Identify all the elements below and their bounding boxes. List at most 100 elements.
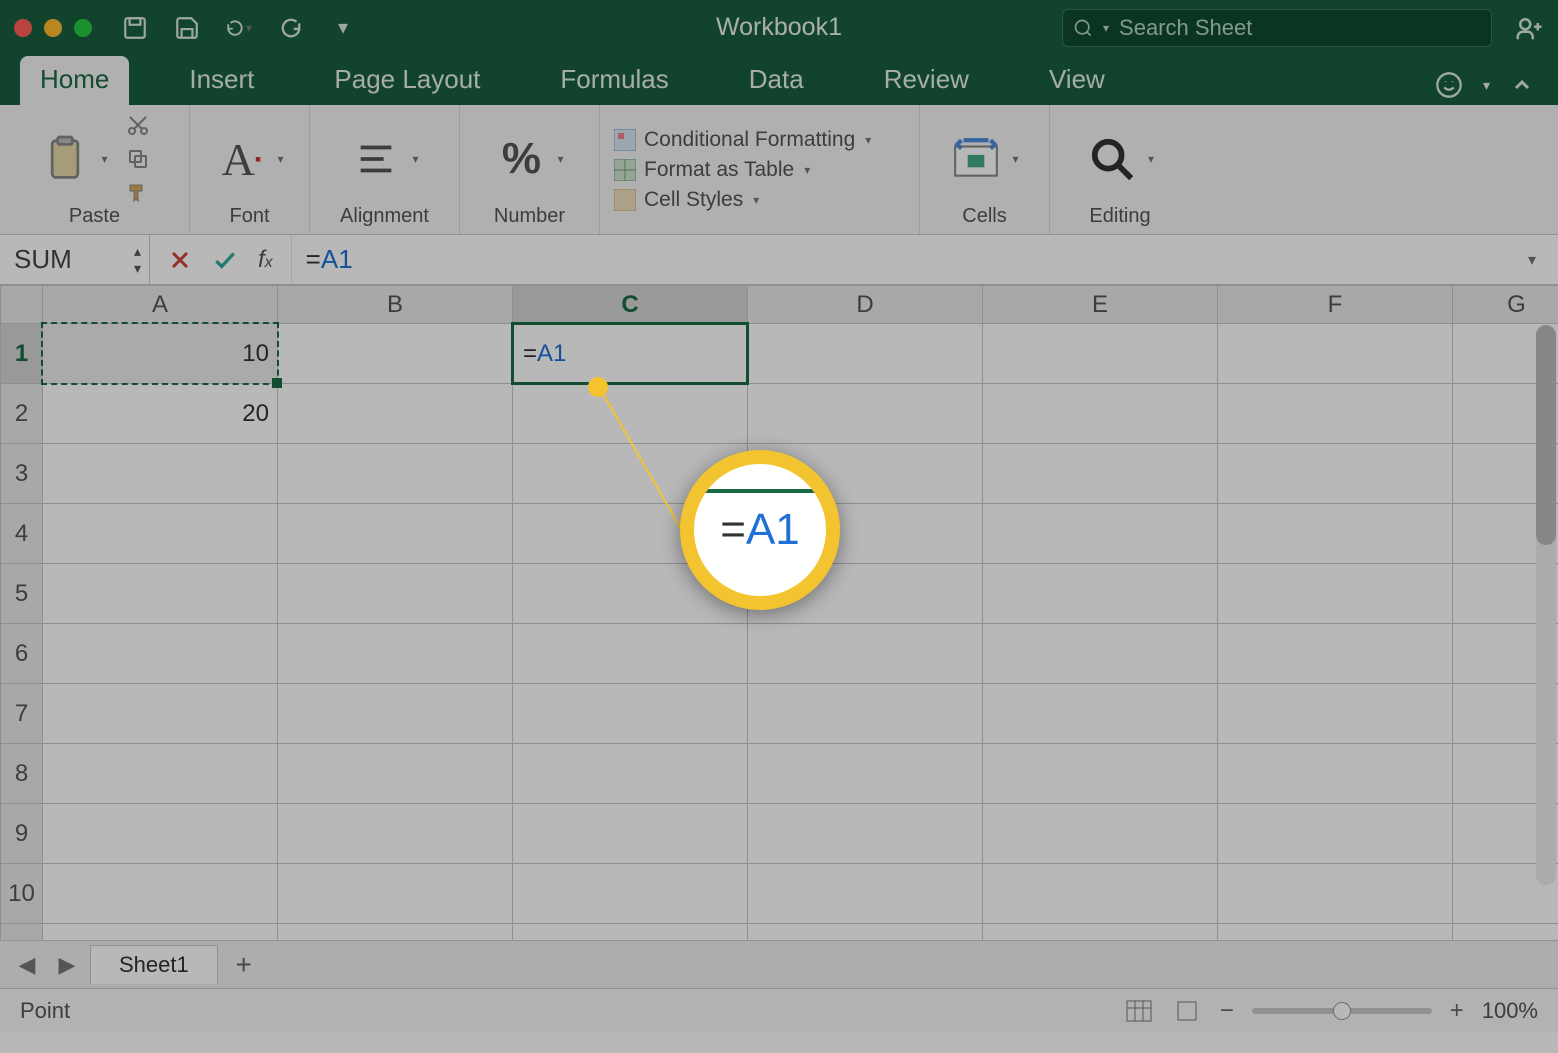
cell-F6[interactable] bbox=[1218, 624, 1453, 684]
cell-B1[interactable] bbox=[278, 324, 513, 384]
cell-B6[interactable] bbox=[278, 624, 513, 684]
chevron-down-icon[interactable]: ▾ bbox=[1012, 152, 1018, 166]
col-header-A[interactable]: A bbox=[43, 286, 278, 324]
cut-icon[interactable] bbox=[126, 113, 150, 137]
prev-sheet-icon[interactable]: ◀ bbox=[10, 948, 44, 982]
tab-data[interactable]: Data bbox=[729, 56, 824, 105]
cell-C8[interactable] bbox=[513, 744, 748, 804]
cell-E1[interactable] bbox=[983, 324, 1218, 384]
cell-D11[interactable] bbox=[748, 924, 983, 941]
cell-A3[interactable] bbox=[43, 444, 278, 504]
col-header-D[interactable]: D bbox=[748, 286, 983, 324]
chevron-down-icon[interactable]: ▾ bbox=[246, 21, 252, 35]
col-header-G[interactable]: G bbox=[1453, 286, 1558, 324]
cell-B7[interactable] bbox=[278, 684, 513, 744]
row-header-7[interactable]: 7 bbox=[1, 684, 43, 744]
cell-B3[interactable] bbox=[278, 444, 513, 504]
close-window-button[interactable] bbox=[14, 19, 32, 37]
cell-B2[interactable] bbox=[278, 384, 513, 444]
chevron-down-icon[interactable]: ▾ bbox=[101, 152, 107, 166]
cell-B8[interactable] bbox=[278, 744, 513, 804]
cell-G11[interactable] bbox=[1453, 924, 1558, 941]
minimize-window-button[interactable] bbox=[44, 19, 62, 37]
autosave-icon[interactable] bbox=[122, 15, 148, 41]
font-icon[interactable]: A▪ bbox=[215, 133, 267, 185]
cell-A5[interactable] bbox=[43, 564, 278, 624]
zoom-level[interactable]: 100% bbox=[1482, 998, 1538, 1024]
cell-E3[interactable] bbox=[983, 444, 1218, 504]
cell-E8[interactable] bbox=[983, 744, 1218, 804]
zoom-slider[interactable] bbox=[1252, 1008, 1432, 1014]
tab-home[interactable]: Home bbox=[20, 56, 129, 105]
next-sheet-icon[interactable]: ▶ bbox=[50, 948, 84, 982]
col-header-C[interactable]: C bbox=[513, 286, 748, 324]
conditional-formatting-button[interactable]: Conditional Formatting ▾ bbox=[614, 128, 905, 152]
col-header-F[interactable]: F bbox=[1218, 286, 1453, 324]
cell-A7[interactable] bbox=[43, 684, 278, 744]
chevron-down-icon[interactable]: ▾ bbox=[1148, 152, 1154, 166]
vertical-scrollbar[interactable] bbox=[1536, 325, 1556, 885]
tab-insert[interactable]: Insert bbox=[169, 56, 274, 105]
cell-A10[interactable] bbox=[43, 864, 278, 924]
worksheet-grid[interactable]: A B C D E F G 1 10 =A1 bbox=[0, 285, 1558, 940]
row-header-1[interactable]: 1 bbox=[1, 324, 43, 384]
sheet-tab-sheet1[interactable]: Sheet1 bbox=[90, 945, 218, 984]
cell-F9[interactable] bbox=[1218, 804, 1453, 864]
cell-F8[interactable] bbox=[1218, 744, 1453, 804]
row-header-4[interactable]: 4 bbox=[1, 504, 43, 564]
row-header-3[interactable]: 3 bbox=[1, 444, 43, 504]
chevron-down-icon[interactable]: ▾ bbox=[1483, 77, 1490, 94]
share-icon[interactable] bbox=[1514, 13, 1544, 43]
maximize-window-button[interactable] bbox=[74, 19, 92, 37]
cell-F2[interactable] bbox=[1218, 384, 1453, 444]
cell-A2[interactable]: 20 bbox=[43, 384, 278, 444]
add-sheet-button[interactable]: + bbox=[224, 945, 264, 985]
cell-C2[interactable] bbox=[513, 384, 748, 444]
cell-D7[interactable] bbox=[748, 684, 983, 744]
scrollbar-thumb[interactable] bbox=[1536, 325, 1556, 545]
format-as-table-button[interactable]: Format as Table ▾ bbox=[614, 158, 905, 182]
zoom-slider-thumb[interactable] bbox=[1333, 1002, 1351, 1020]
save-icon[interactable] bbox=[174, 15, 200, 41]
tab-view[interactable]: View bbox=[1029, 56, 1125, 105]
cell-E7[interactable] bbox=[983, 684, 1218, 744]
cell-F1[interactable] bbox=[1218, 324, 1453, 384]
redo-icon[interactable] bbox=[278, 15, 304, 41]
cell-A6[interactable] bbox=[43, 624, 278, 684]
cell-F4[interactable] bbox=[1218, 504, 1453, 564]
col-header-E[interactable]: E bbox=[983, 286, 1218, 324]
cell-C10[interactable] bbox=[513, 864, 748, 924]
enter-formula-icon[interactable] bbox=[212, 247, 238, 273]
row-header-2[interactable]: 2 bbox=[1, 384, 43, 444]
cell-E4[interactable] bbox=[983, 504, 1218, 564]
chevron-down-icon[interactable]: ▾ bbox=[557, 152, 563, 166]
editing-icon[interactable] bbox=[1086, 133, 1138, 185]
zoom-in-icon[interactable]: + bbox=[1450, 997, 1464, 1025]
name-box-down-icon[interactable]: ▾ bbox=[134, 260, 141, 277]
formula-input[interactable]: =A1 bbox=[292, 244, 1528, 275]
cell-A4[interactable] bbox=[43, 504, 278, 564]
cell-B5[interactable] bbox=[278, 564, 513, 624]
cell-D9[interactable] bbox=[748, 804, 983, 864]
cell-E6[interactable] bbox=[983, 624, 1218, 684]
cell-E5[interactable] bbox=[983, 564, 1218, 624]
row-header-6[interactable]: 6 bbox=[1, 624, 43, 684]
cell-F10[interactable] bbox=[1218, 864, 1453, 924]
cell-E10[interactable] bbox=[983, 864, 1218, 924]
row-header-10[interactable]: 10 bbox=[1, 864, 43, 924]
row-header-9[interactable]: 9 bbox=[1, 804, 43, 864]
cell-E2[interactable] bbox=[983, 384, 1218, 444]
cell-C6[interactable] bbox=[513, 624, 748, 684]
name-box[interactable]: SUM ▴▾ bbox=[0, 235, 150, 284]
chevron-down-icon[interactable]: ▾ bbox=[412, 152, 418, 166]
cell-C1[interactable]: =A1 bbox=[513, 324, 748, 384]
cell-B9[interactable] bbox=[278, 804, 513, 864]
cell-D8[interactable] bbox=[748, 744, 983, 804]
cell-styles-button[interactable]: Cell Styles ▾ bbox=[614, 188, 905, 212]
page-layout-view-icon[interactable] bbox=[1172, 998, 1202, 1024]
cell-B11[interactable] bbox=[278, 924, 513, 941]
paste-icon[interactable] bbox=[39, 133, 91, 185]
row-header-8[interactable]: 8 bbox=[1, 744, 43, 804]
cell-F5[interactable] bbox=[1218, 564, 1453, 624]
cancel-formula-icon[interactable] bbox=[168, 248, 192, 272]
